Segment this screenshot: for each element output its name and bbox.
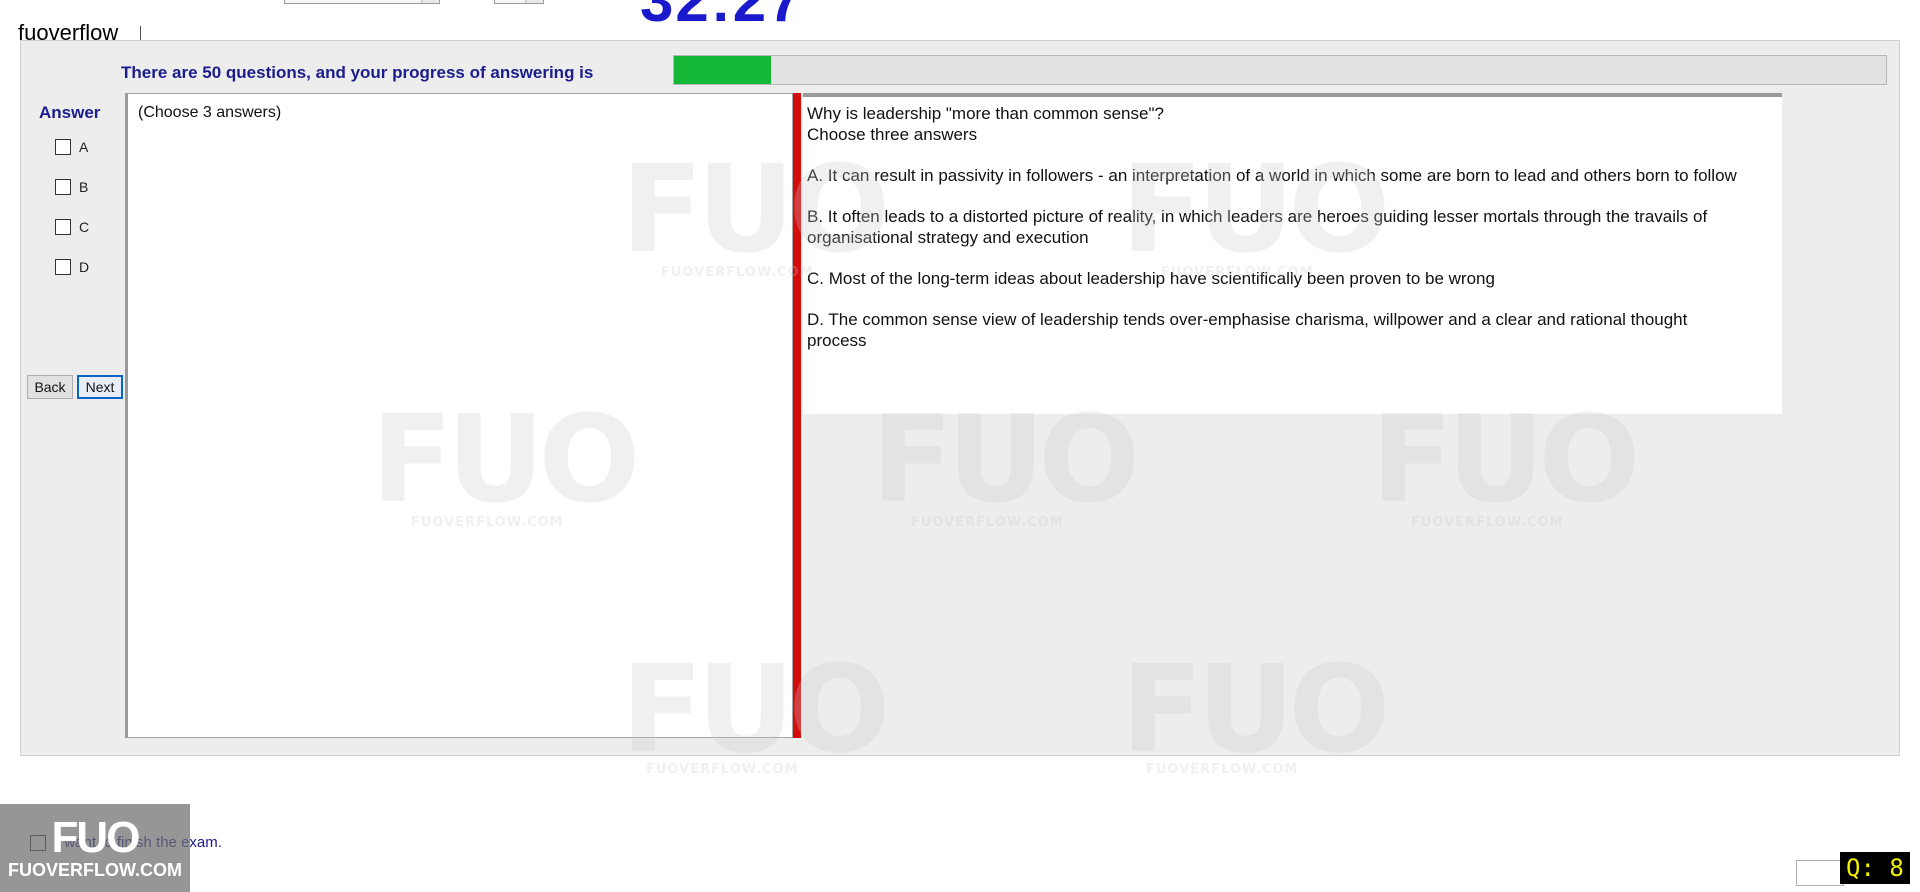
answer-option-d[interactable]: D bbox=[55, 259, 89, 275]
watermark-text: FUOVERFLOW.COM bbox=[411, 515, 564, 530]
question-text: Why is leadership "more than common sens… bbox=[807, 104, 1164, 123]
watermark-text: FUOVERFLOW.COM bbox=[1161, 265, 1314, 280]
watermark-logo: FUO bbox=[1371, 391, 1640, 530]
back-button[interactable]: Back bbox=[27, 375, 73, 399]
question-option-d: D. The common sense view of leadership t… bbox=[807, 310, 1688, 350]
logo-mark: FUO bbox=[51, 812, 141, 862]
watermark-logo: FUO bbox=[621, 641, 890, 780]
answer-option-label: A bbox=[79, 139, 89, 155]
font-size-dropdown[interactable] bbox=[494, 0, 544, 4]
top-strip: 32:27 fuoverflow bbox=[0, 0, 1920, 45]
answer-option-b[interactable]: B bbox=[55, 179, 88, 195]
watermark-text: FUOVERFLOW.COM bbox=[911, 515, 1064, 530]
watermark-text: FUOVERFLOW.COM bbox=[646, 762, 799, 777]
watermark-text: FUOVERFLOW.COM bbox=[661, 265, 814, 280]
next-button[interactable]: Next bbox=[77, 375, 123, 399]
answer-option-label: B bbox=[79, 179, 89, 195]
watermark-logo: FUO bbox=[371, 391, 640, 530]
checkbox-icon[interactable] bbox=[55, 139, 71, 155]
exam-timer: 32:27 bbox=[640, 0, 804, 34]
question-counter: Q: 8 bbox=[1840, 852, 1910, 884]
checkbox-icon[interactable] bbox=[55, 219, 71, 235]
watermark-logo: FUO bbox=[1121, 641, 1390, 780]
answer-option-a[interactable]: A bbox=[55, 139, 88, 155]
answer-option-c[interactable]: C bbox=[55, 219, 89, 235]
chevron-down-icon bbox=[525, 0, 543, 3]
watermark-logo: FUO bbox=[621, 141, 890, 280]
logo-text: FUOVERFLOW.COM bbox=[8, 859, 182, 880]
answer-note: (Choose 3 answers) bbox=[138, 104, 282, 121]
checkbox-icon[interactable] bbox=[55, 259, 71, 275]
watermark-text: FUOVERFLOW.COM bbox=[1411, 515, 1564, 530]
watermark-logo: FUO bbox=[871, 391, 1140, 530]
progress-bar-fill bbox=[674, 56, 771, 84]
answer-option-label: D bbox=[79, 259, 90, 275]
answer-title: Answer bbox=[39, 103, 101, 122]
checkbox-icon[interactable] bbox=[55, 179, 71, 195]
exam-panel: There are 50 questions, and your progres… bbox=[20, 40, 1900, 780]
watermark-logo: FUO bbox=[1121, 141, 1390, 280]
progress-bar bbox=[673, 55, 1887, 85]
exam-code-dropdown[interactable] bbox=[284, 0, 440, 4]
fuoverflow-logo: FUO FUOVERFLOW.COM bbox=[0, 804, 190, 892]
watermark-text: FUOVERFLOW.COM bbox=[1146, 762, 1299, 777]
status-box bbox=[1796, 860, 1844, 886]
progress-label: There are 50 questions, and your progres… bbox=[121, 63, 594, 82]
answer-option-label: C bbox=[79, 219, 90, 235]
chevron-down-icon bbox=[421, 0, 439, 3]
